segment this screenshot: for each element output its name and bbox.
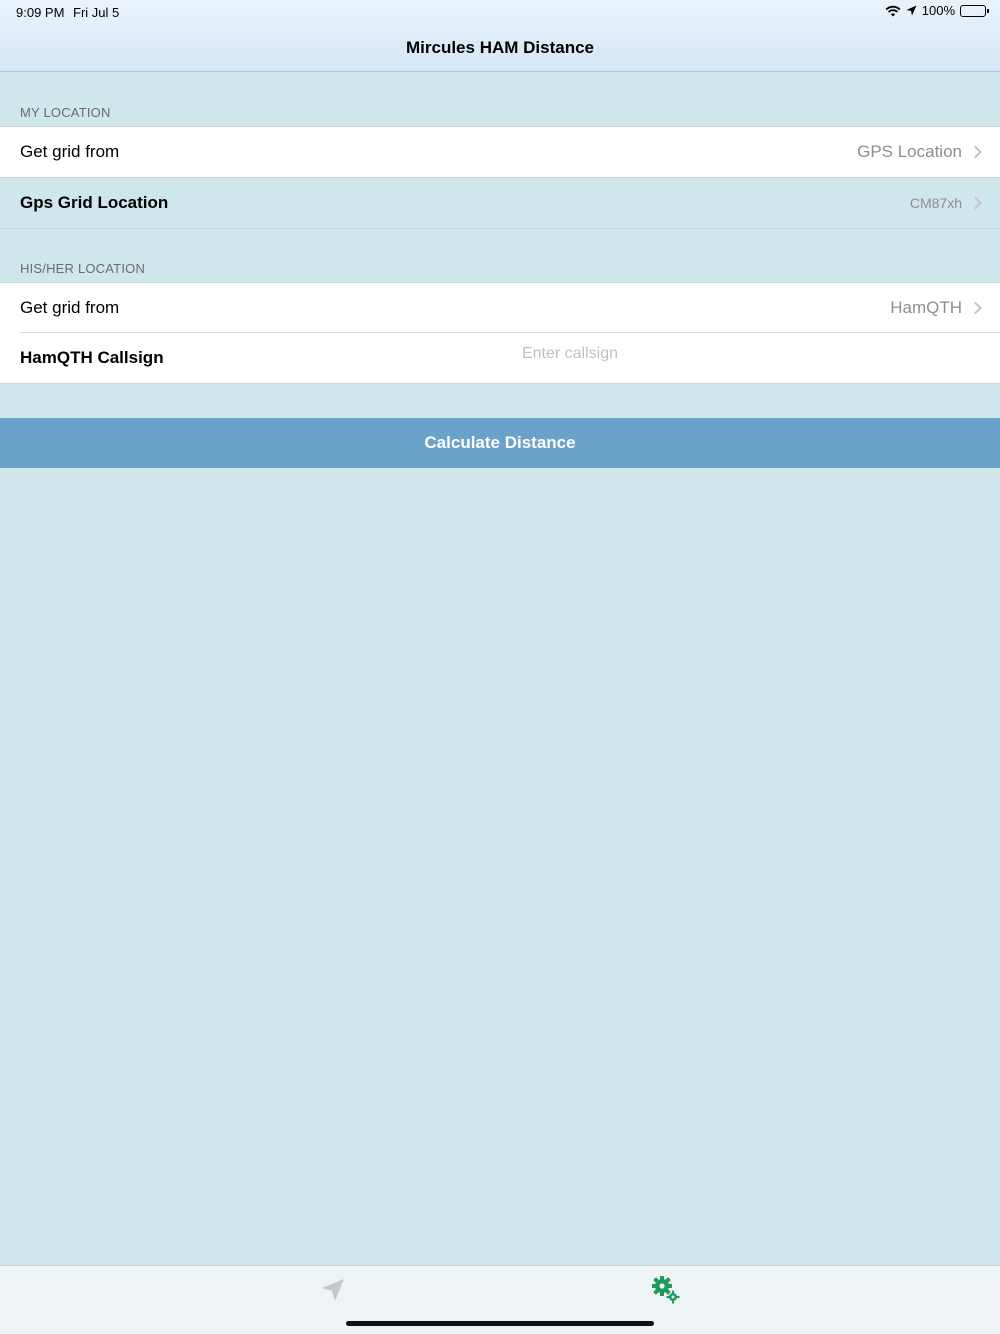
navigation-bar: 9:09 PM Fri Jul 5 100% Mircules HAM Dist… xyxy=(0,0,1000,72)
callsign-row: HamQTH Callsign xyxy=(0,333,1000,383)
my-grid-source-label: Get grid from xyxy=(20,142,120,161)
status-bar: 9:09 PM Fri Jul 5 100% xyxy=(0,0,1000,24)
status-indicators: 100% xyxy=(885,3,989,18)
their-grid-source-label: Get grid from xyxy=(20,298,120,317)
their-grid-source-value: HamQTH xyxy=(890,298,962,317)
their-grid-source-row[interactable]: Get grid from HamQTH xyxy=(0,283,1000,333)
status-time: 9:09 PM xyxy=(16,5,65,20)
home-indicator xyxy=(346,1321,654,1326)
page-title: Mircules HAM Distance xyxy=(406,38,594,57)
gears-icon xyxy=(651,1275,681,1310)
tab-locate[interactable] xyxy=(313,1276,353,1308)
gps-grid-location-value: CM87xh xyxy=(909,195,962,211)
battery-percent: 100% xyxy=(921,3,955,18)
chevron-right-icon xyxy=(969,301,982,315)
location-arrow-icon xyxy=(320,1277,346,1308)
section-header-my-location: MY LOCATION xyxy=(20,105,111,120)
calculate-distance-button[interactable]: Calculate Distance xyxy=(0,418,1000,468)
callsign-label: HamQTH Callsign xyxy=(20,348,164,367)
gps-grid-location-row[interactable]: Gps Grid Location CM87xh xyxy=(0,178,1000,228)
chevron-right-icon xyxy=(969,145,982,159)
divider xyxy=(0,228,1000,229)
tab-settings[interactable] xyxy=(646,1275,686,1310)
divider xyxy=(0,383,1000,384)
battery-icon xyxy=(960,4,989,17)
wifi-icon xyxy=(885,5,901,17)
location-services-icon xyxy=(906,5,917,16)
my-grid-source-row[interactable]: Get grid from GPS Location xyxy=(0,127,1000,177)
my-grid-source-value: GPS Location xyxy=(857,142,962,161)
chevron-right-icon xyxy=(969,196,982,210)
status-date: Fri Jul 5 xyxy=(73,5,120,20)
callsign-input[interactable] xyxy=(380,343,760,365)
gps-grid-location-label: Gps Grid Location xyxy=(20,193,169,212)
section-header-their-location: HIS/HER LOCATION xyxy=(20,261,146,276)
